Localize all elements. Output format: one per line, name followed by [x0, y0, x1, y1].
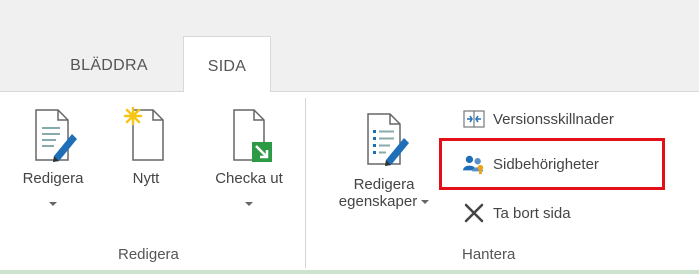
- tab-page[interactable]: SIDA: [183, 36, 271, 92]
- check-out-icon: [200, 106, 298, 170]
- new-button-label: Nytt: [132, 170, 160, 187]
- new-button[interactable]: Nytt: [118, 106, 174, 187]
- edit-properties-button[interactable]: Redigera egenskaper: [322, 110, 446, 210]
- edit-properties-label-line2: egenskaper: [338, 193, 418, 210]
- edit-properties-icon: [322, 110, 446, 174]
- delete-icon: [463, 203, 485, 223]
- new-page-icon: [118, 106, 174, 170]
- page-permissions-label: Sidbehörigheter: [493, 155, 599, 173]
- edit-properties-label-line1: Redigera: [353, 176, 415, 193]
- ribbon-bottom-border: [0, 270, 699, 274]
- edit-button-label: Redigera: [22, 170, 84, 187]
- dropdown-arrow-icon[interactable]: [245, 202, 253, 206]
- check-out-button-label: Checka ut: [215, 170, 283, 187]
- group-label-edit: Redigera: [118, 246, 179, 263]
- group-label-manage: Hantera: [462, 246, 516, 263]
- delete-page-button[interactable]: Ta bort sida: [463, 201, 571, 225]
- page-permissions-button[interactable]: Sidbehörigheter: [463, 152, 599, 176]
- version-differences-label: Versionsskillnader: [493, 110, 614, 128]
- dropdown-arrow-icon[interactable]: [49, 202, 57, 206]
- version-differences-button[interactable]: Versionsskillnader: [463, 107, 614, 131]
- permissions-icon: [463, 154, 485, 175]
- tab-browse[interactable]: BLÄDDRA: [48, 36, 170, 92]
- edit-button[interactable]: Redigera: [12, 106, 94, 211]
- edit-page-icon: [12, 106, 94, 170]
- dropdown-arrow-icon[interactable]: [421, 199, 430, 204]
- delete-page-label: Ta bort sida: [493, 204, 571, 222]
- check-out-button[interactable]: Checka ut: [200, 106, 298, 211]
- version-compare-icon: [463, 109, 485, 129]
- group-divider: [305, 98, 306, 268]
